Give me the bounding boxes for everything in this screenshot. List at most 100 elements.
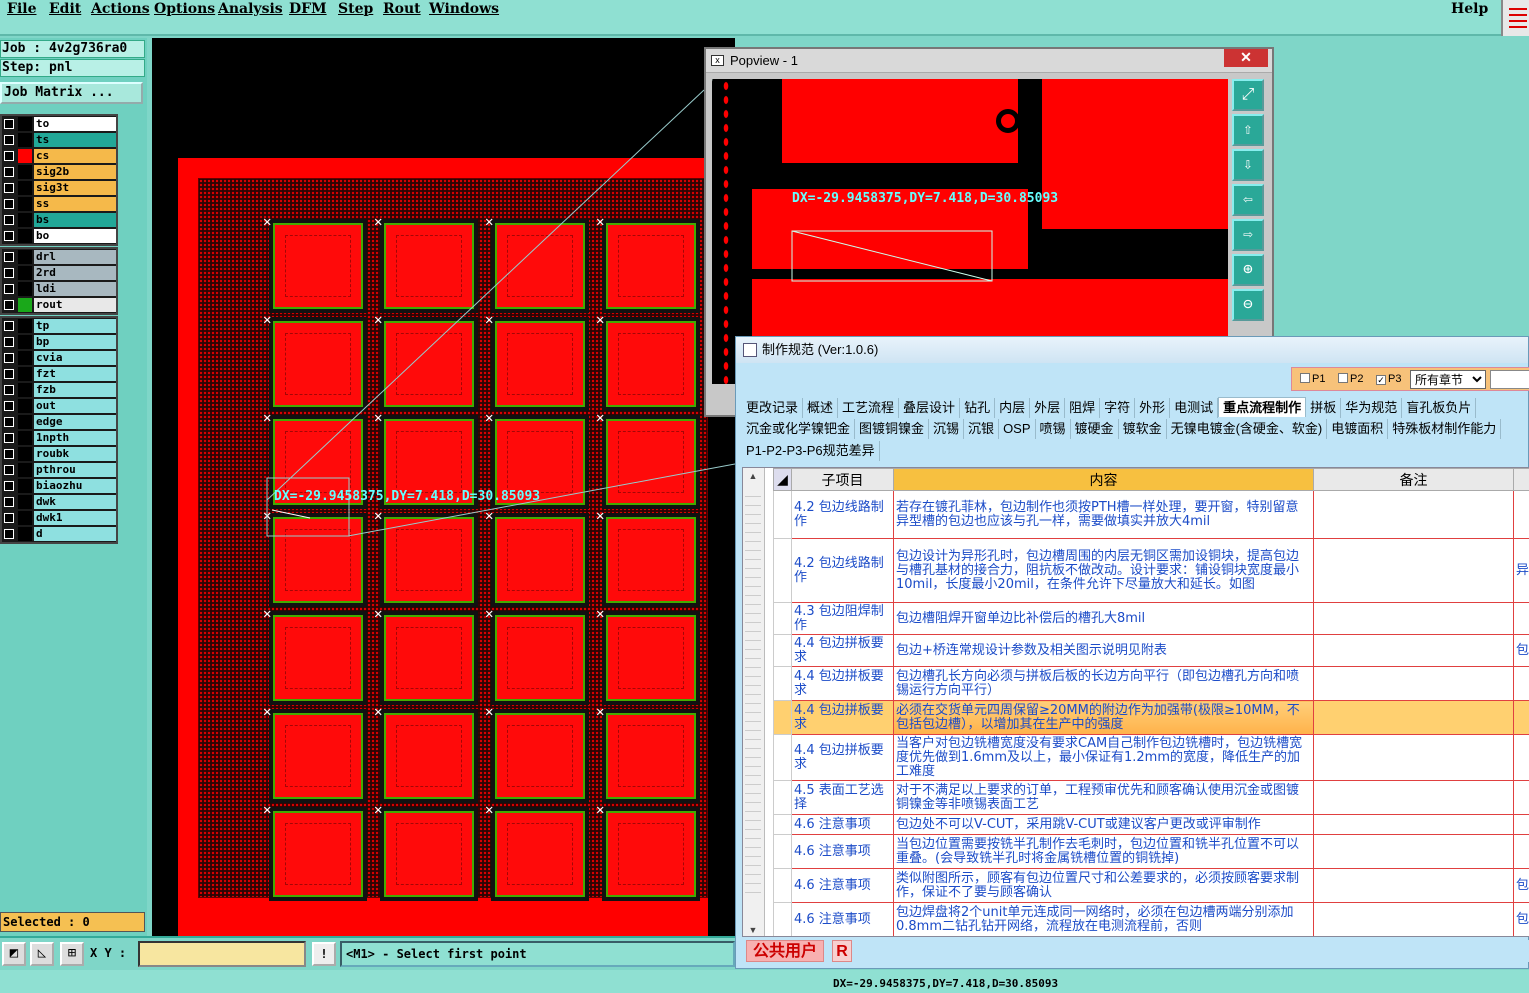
job-matrix-button[interactable]: Job Matrix ... bbox=[0, 82, 143, 104]
layer-checkbox[interactable] bbox=[4, 300, 14, 310]
cell-content[interactable]: 类似附图所示，顾客有包边位置尺寸和公差要求的，必须按顾客要求制作，保证不了要与顾… bbox=[893, 868, 1314, 903]
cell-content[interactable]: 包边槽阻焊开窗单边比补偿后的槽孔大8mil bbox=[893, 602, 1314, 635]
layer-color-swatch[interactable] bbox=[18, 117, 32, 131]
table-row[interactable]: 4.4 包边拼板要求 包边+桥连常规设计参数及相关图示说明见附表 包 bbox=[773, 634, 1529, 667]
xy-input[interactable] bbox=[138, 941, 306, 967]
cell-content[interactable]: 包边处不可以V-CUT，采用跳V-CUT或建议客户更改或评审制作 bbox=[893, 814, 1314, 835]
layer-checkbox[interactable] bbox=[4, 417, 14, 427]
pan-left-icon[interactable]: ⇦ bbox=[1232, 184, 1264, 216]
cell-note[interactable] bbox=[1513, 780, 1529, 815]
tab-tabs_row1-1[interactable]: 概述 bbox=[803, 398, 839, 418]
layer-name[interactable]: drl bbox=[34, 250, 116, 264]
layer-checkbox[interactable] bbox=[4, 481, 14, 491]
layer-name[interactable]: sig2b bbox=[34, 165, 116, 179]
tab-tabs_row1-2[interactable]: 工艺流程 bbox=[838, 398, 900, 418]
layer-row-edge[interactable]: edge bbox=[2, 414, 116, 430]
layer-row-dwk[interactable]: dwk bbox=[2, 494, 116, 510]
menu-dfm[interactable]: DFM bbox=[289, 1, 327, 17]
menu-step[interactable]: Step bbox=[338, 1, 373, 17]
layer-name[interactable]: bo bbox=[34, 229, 116, 243]
filter-p2[interactable]: P2 bbox=[1338, 373, 1363, 385]
table-row[interactable]: 4.6 注意事项 类似附图所示，顾客有包边位置尺寸和公差要求的，必须按顾客要求制作… bbox=[773, 868, 1529, 903]
cell-note[interactable]: 包 bbox=[1513, 902, 1529, 936]
cell-content[interactable]: 若存在镀孔菲林，包边制作也须按PTH槽一样处理，要开窗，特别留意异型槽的包边也应… bbox=[893, 490, 1314, 539]
column-header-subitem[interactable]: 子项目 bbox=[791, 468, 894, 491]
layer-name[interactable]: to bbox=[34, 117, 116, 131]
cell-content[interactable]: 当客户对包边铣槽宽度没有要求CAM自己制作包边铣槽时，包边铣槽宽度优先做到1.6… bbox=[893, 734, 1314, 781]
layer-row-fzb[interactable]: fzb bbox=[2, 382, 116, 398]
table-row[interactable]: 4.6 注意事项 当包边位置需要按铣半孔制作去毛刺时，包边位置和铣半孔位置不可以重… bbox=[773, 834, 1529, 869]
cell-subitem[interactable]: 4.2 包边线路制作 bbox=[791, 538, 894, 603]
layer-row-drl[interactable]: drl bbox=[2, 249, 116, 265]
row-gutter[interactable] bbox=[773, 490, 792, 539]
row-gutter[interactable] bbox=[773, 834, 792, 869]
tab-tabs_row2-5[interactable]: 喷锡 bbox=[1036, 419, 1071, 439]
row-gutter[interactable] bbox=[773, 538, 792, 603]
cell-note[interactable]: 异 bbox=[1513, 538, 1529, 603]
scroll-down-icon[interactable]: ▼ bbox=[743, 922, 763, 936]
cell-content[interactable]: 必须在交货单元四周保留≥20MM的附边作为加强带(极限≥10MM，不包括包边槽）… bbox=[893, 700, 1314, 735]
cell-subitem[interactable]: 4.6 注意事项 bbox=[791, 868, 894, 903]
layer-row-tp[interactable]: tp bbox=[2, 318, 116, 334]
layer-row-sig2b[interactable]: sig2b bbox=[2, 164, 116, 180]
layer-name[interactable]: sig3t bbox=[34, 181, 116, 195]
cell-note[interactable] bbox=[1513, 602, 1529, 635]
layer-row-1npth[interactable]: 1npth bbox=[2, 430, 116, 446]
layer-color-swatch[interactable] bbox=[18, 213, 32, 227]
cell-note-empty[interactable] bbox=[1313, 666, 1514, 701]
layer-color-swatch[interactable] bbox=[18, 463, 32, 477]
layer-checkbox[interactable] bbox=[4, 231, 14, 241]
layer-name[interactable]: ss bbox=[34, 197, 116, 211]
layer-checkbox[interactable] bbox=[4, 513, 14, 523]
layer-row-sig3t[interactable]: sig3t bbox=[2, 180, 116, 196]
cell-content[interactable]: 包边设计为异形孔时，包边槽周围的内层无铜区需加设铜块，提高包边与槽孔基材的接合力… bbox=[893, 538, 1314, 603]
cell-subitem[interactable]: 4.4 包边拼板要求 bbox=[791, 666, 894, 701]
menu-rout[interactable]: Rout bbox=[383, 1, 421, 17]
table-row[interactable]: 4.4 包边拼板要求 包边槽孔长方向必须与拼板后板的长边方向平行（即包边槽孔方向和… bbox=[773, 666, 1529, 701]
layer-row-bs[interactable]: bs bbox=[2, 212, 116, 228]
layer-color-swatch[interactable] bbox=[18, 181, 32, 195]
tab-tabs_row2-1[interactable]: 图镀铜镍金 bbox=[855, 419, 930, 439]
layer-name[interactable]: ldi bbox=[34, 282, 116, 296]
table-row[interactable]: 4.2 包边线路制作 包边设计为异形孔时，包边槽周围的内层无铜区需加设铜块，提高包… bbox=[773, 538, 1529, 603]
layer-checkbox[interactable] bbox=[4, 167, 14, 177]
table-row[interactable]: 4.6 注意事项 包边焊盘将2个unit单元连成同一网络时，必须在包边槽两端分别添… bbox=[773, 902, 1529, 936]
cell-content[interactable]: 包边槽孔长方向必须与拼板后板的长边方向平行（即包边槽孔方向和喷锡运行方向平行） bbox=[893, 666, 1314, 701]
layer-checkbox[interactable] bbox=[4, 135, 14, 145]
column-header-note[interactable]: 备注 bbox=[1313, 468, 1514, 491]
filter-p1[interactable]: P1 bbox=[1300, 373, 1325, 385]
layer-color-swatch[interactable] bbox=[18, 351, 32, 365]
tab-tabs_row1-5[interactable]: 内层 bbox=[995, 398, 1031, 418]
cell-content[interactable]: 当包边位置需要按铣半孔制作去毛刺时，包边位置和铣半孔位置不可以重叠。(会导致铣半… bbox=[893, 834, 1314, 869]
table-row[interactable]: 4.3 包边阻焊制作 包边槽阻焊开窗单边比补偿后的槽孔大8mil bbox=[773, 602, 1529, 635]
layer-name[interactable]: dwk bbox=[34, 495, 116, 509]
cell-content[interactable]: 对于不满足以上要求的订单，工程预审优先和顾客确认使用沉金或图镀铜镍金等非喷锡表面… bbox=[893, 780, 1314, 815]
layer-color-swatch[interactable] bbox=[18, 527, 32, 541]
layer-color-swatch[interactable] bbox=[18, 319, 32, 333]
cell-content[interactable]: 包边+桥连常规设计参数及相关图示说明见附表 bbox=[893, 634, 1314, 667]
tab-tabs_row1-10[interactable]: 电测试 bbox=[1170, 398, 1219, 418]
layer-checkbox[interactable] bbox=[4, 321, 14, 331]
layer-color-swatch[interactable] bbox=[18, 250, 32, 264]
pan-up-icon[interactable]: ⇧ bbox=[1232, 114, 1264, 146]
cell-subitem[interactable]: 4.6 注意事项 bbox=[791, 902, 894, 936]
tab-tabs_row1-12[interactable]: 拼板 bbox=[1306, 398, 1342, 418]
table-row[interactable]: 4.2 包边线路制作 若存在镀孔菲林，包边制作也须按PTH槽一样处理，要开窗，特别… bbox=[773, 490, 1529, 539]
cell-note[interactable] bbox=[1513, 734, 1529, 781]
layer-checkbox[interactable] bbox=[4, 215, 14, 225]
tab-tabs_row2-8[interactable]: 无镍电镀金(含硬金、软金) bbox=[1167, 419, 1328, 439]
layer-color-swatch[interactable] bbox=[18, 133, 32, 147]
tab-tabs_row1-4[interactable]: 钻孔 bbox=[960, 398, 996, 418]
cell-note-empty[interactable] bbox=[1313, 538, 1514, 603]
layer-name[interactable]: bs bbox=[34, 213, 116, 227]
layer-name[interactable]: fzt bbox=[34, 367, 116, 381]
pan-right-icon[interactable]: ⇨ bbox=[1232, 219, 1264, 251]
cell-note[interactable] bbox=[1513, 834, 1529, 869]
layer-name[interactable]: tp bbox=[34, 319, 116, 333]
layer-checkbox[interactable] bbox=[4, 268, 14, 278]
layer-row-dwk1[interactable]: dwk1 bbox=[2, 510, 116, 526]
layer-name[interactable]: d bbox=[34, 527, 116, 541]
window-corner-logo-icon[interactable] bbox=[1501, 0, 1529, 36]
menu-windows[interactable]: Windows bbox=[429, 1, 499, 17]
tab-tabs_row2-9[interactable]: 电镀面积 bbox=[1327, 419, 1389, 439]
